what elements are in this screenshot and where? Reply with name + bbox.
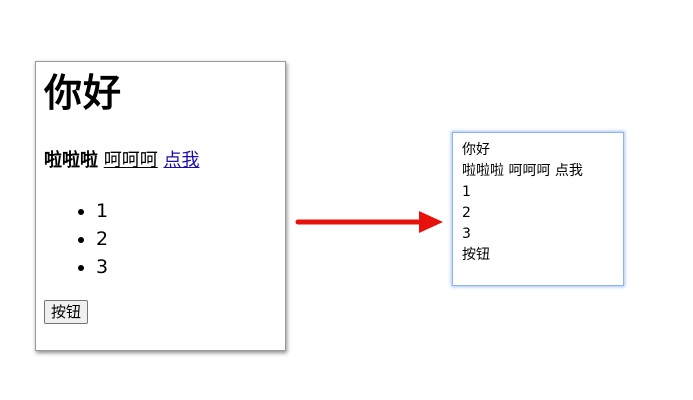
list-item: 3 bbox=[96, 253, 108, 281]
bold-text: 啦啦啦 bbox=[44, 150, 98, 171]
button[interactable]: 按钮 bbox=[44, 300, 89, 324]
heading: 你好 bbox=[44, 71, 123, 115]
styled-page-panel: 你好 啦啦啦 呵呵呵 点我 1 2 3 按钮 bbox=[35, 61, 286, 351]
plain-line: 3 bbox=[462, 226, 471, 242]
plain-line: 2 bbox=[462, 205, 471, 221]
link[interactable]: 点我 bbox=[163, 150, 199, 171]
diagram: 你好 啦啦啦 呵呵呵 点我 1 2 3 按钮 你好 啦啦啦 呵呵呵 点我 1 2… bbox=[0, 0, 693, 400]
list-item: 2 bbox=[96, 225, 108, 253]
plain-line: 1 bbox=[462, 184, 471, 200]
unstyled-page-panel: 你好 啦啦啦 呵呵呵 点我 1 2 3 按钮 bbox=[452, 132, 624, 286]
bullet-list: 1 2 3 bbox=[48, 197, 108, 281]
plain-line: 按钮 bbox=[462, 247, 490, 263]
right-arrow-icon bbox=[295, 211, 443, 233]
plain-line: 你好 bbox=[462, 142, 490, 158]
inline-text-line: 啦啦啦 呵呵呵 点我 bbox=[44, 148, 199, 174]
list-item: 1 bbox=[96, 197, 108, 225]
underlined-text: 呵呵呵 bbox=[103, 150, 158, 171]
plain-line: 啦啦啦 呵呵呵 点我 bbox=[462, 163, 583, 179]
